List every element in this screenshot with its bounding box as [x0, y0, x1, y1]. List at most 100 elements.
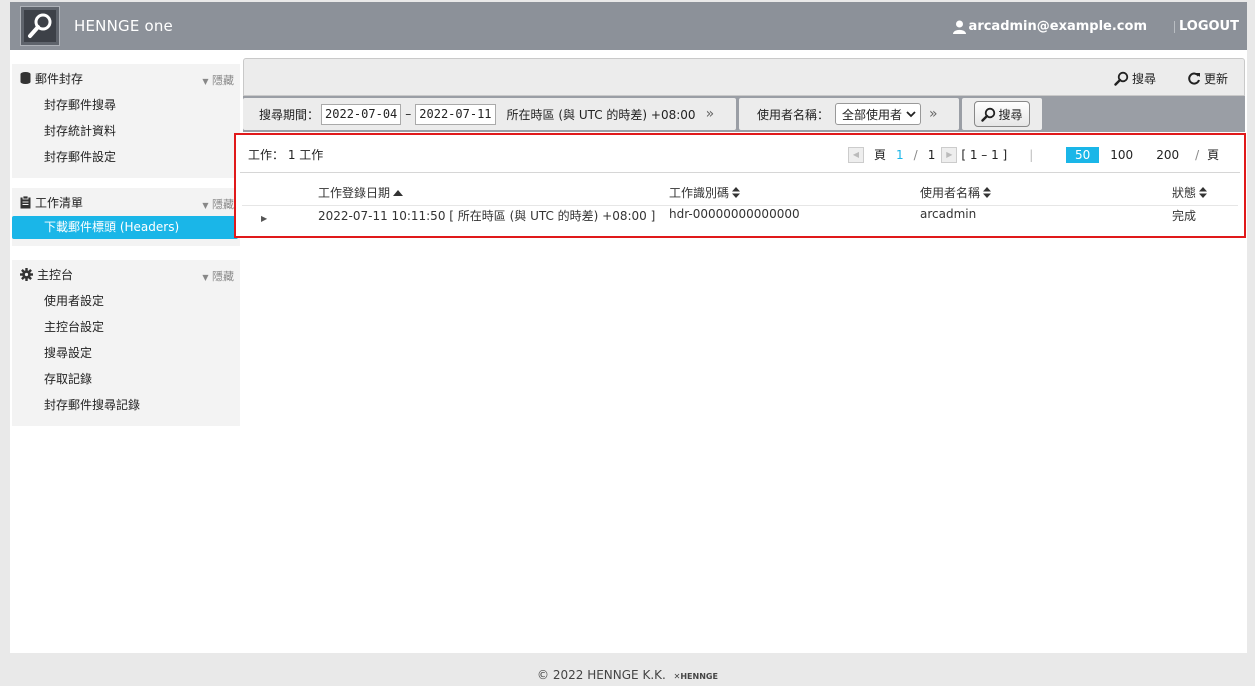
column-label-job-id: 工作識別碼	[669, 186, 730, 200]
sidebar-hide-archive[interactable]: ▼ 隱藏	[202, 72, 234, 88]
sidebar-item-user-settings[interactable]: 使用者設定	[12, 288, 240, 314]
top-header: HENNGE one arcadmin@example.com LOGOUT	[10, 2, 1247, 50]
cell-status: 完成	[1172, 209, 1197, 223]
page-size-slash: /	[1195, 147, 1200, 162]
magnifier-icon	[981, 107, 996, 122]
sidebar-item-access-log[interactable]: 存取記錄	[12, 366, 240, 392]
magnifier-logo-icon	[28, 13, 52, 38]
sidebar-item-download-headers[interactable]: 下載郵件標頭 (Headers)	[12, 216, 238, 239]
sidebar-section-console: 主控台 ▼ 隱藏 使用者設定 主控台設定 搜尋設定 存取記錄 封存郵件搜尋記錄	[12, 260, 240, 426]
brand-name: HENNGE one	[74, 17, 173, 35]
sidebar-item-archive-settings[interactable]: 封存郵件設定	[12, 144, 240, 170]
prev-page-button[interactable]: ◀	[848, 146, 864, 163]
job-count: 工作： 1 工作	[248, 146, 323, 163]
sidebar-hide-console[interactable]: ▼ 隱藏	[202, 268, 234, 284]
date-dash: –	[405, 107, 412, 121]
app-logo[interactable]	[20, 6, 60, 46]
filter-bar: 搜尋期間： 2022-07-04 – 2022-07-11 所在時區 (與 UT…	[243, 96, 1245, 132]
sort-icon	[1199, 187, 1208, 198]
footer: © 2022 HENNGE K.K. ✕HENNGE	[0, 668, 1255, 682]
logout-link[interactable]: LOGOUT	[1179, 19, 1239, 34]
page-slash: /	[913, 147, 918, 162]
user-select-value: 全部使用者	[842, 107, 903, 122]
cell-job-id[interactable]: hdr-00000000000000	[669, 207, 800, 221]
sort-asc-icon	[393, 190, 404, 196]
period-more-icon[interactable]: »	[706, 106, 715, 122]
date-from-input[interactable]: 2022-07-04	[321, 103, 402, 125]
pager: ◀ 頁 1 / 1 ▶ [ 1 – 1 ] |	[848, 146, 1033, 163]
page-label: 頁	[874, 148, 887, 162]
user-email: arcadmin@example.com	[968, 19, 1147, 34]
period-filter: 搜尋期間： 2022-07-04 – 2022-07-11 所在時區 (與 UT…	[243, 98, 736, 130]
sidebar-header-jobs[interactable]: 工作清單 ▼ 隱藏	[12, 188, 240, 216]
sidebar-header-console[interactable]: 主控台 ▼ 隱藏	[12, 260, 240, 288]
sidebar-item-archive-search[interactable]: 封存郵件搜尋	[12, 92, 240, 118]
footer-copyright: © 2022 HENNGE K.K.	[537, 668, 666, 682]
page-size-50[interactable]: 50	[1066, 146, 1100, 163]
sort-icon	[732, 187, 741, 198]
sidebar-section-archive: 郵件封存 ▼ 隱藏 封存郵件搜尋 封存統計資料 封存郵件設定	[12, 64, 240, 178]
user-more-icon[interactable]: »	[929, 106, 938, 122]
sort-icon	[983, 187, 992, 198]
action-toolbar: 搜尋 更新	[243, 58, 1245, 96]
expand-row-icon[interactable]: ▶	[261, 214, 267, 223]
next-page-button[interactable]: ▶	[941, 146, 958, 163]
user-filter: 使用者名稱： 全部使用者 »	[739, 98, 959, 130]
column-header-status[interactable]: 狀態	[1172, 184, 1208, 201]
column-label-user: 使用者名稱	[920, 186, 981, 200]
column-label-date: 工作登錄日期	[318, 186, 391, 200]
user-icon	[952, 20, 966, 34]
user-select[interactable]: 全部使用者	[835, 103, 922, 125]
search-button-holder: 搜尋	[962, 98, 1042, 130]
job-count-label: 工作：	[248, 148, 285, 162]
sidebar-title-archive: 郵件封存	[35, 71, 84, 86]
toolbar-refresh-label: 更新	[1204, 72, 1229, 86]
results-header: 工作： 1 工作 ◀ 頁 1 / 1 ▶ [ 1 – 1 ] | 50 100 …	[240, 135, 1240, 173]
header-divider	[1174, 21, 1175, 33]
toolbar-search-label: 搜尋	[1132, 72, 1157, 86]
refresh-icon	[1188, 72, 1200, 85]
database-icon	[20, 72, 31, 84]
sidebar-item-search-settings[interactable]: 搜尋設定	[12, 340, 240, 366]
cell-date: 2022-07-11 10:11:50 [ 所在時區 (與 UTC 的時差) +…	[318, 209, 656, 223]
filter-search-button[interactable]: 搜尋	[974, 101, 1030, 127]
pager-divider: |	[1029, 147, 1034, 162]
toolbar-refresh-button[interactable]: 更新	[1188, 70, 1228, 87]
column-header-user[interactable]: 使用者名稱	[920, 184, 992, 201]
brand-text: HENNGE	[74, 17, 140, 35]
content-area: 搜尋 更新 搜尋期間： 2022-07-04 – 2022-07-11 所在時區…	[243, 58, 1245, 132]
sidebar-header-archive[interactable]: 郵件封存 ▼ 隱藏	[12, 64, 240, 92]
user-account[interactable]: arcadmin@example.com	[952, 19, 1147, 34]
footer-logo-text: HENNGE	[680, 672, 718, 681]
date-to-input[interactable]: 2022-07-11	[415, 103, 496, 125]
brand-suffix: one	[144, 17, 173, 35]
chevron-down-icon	[906, 111, 916, 118]
job-count-value: 1 工作	[287, 148, 324, 162]
column-header-job-id[interactable]: 工作識別碼	[669, 184, 741, 201]
sidebar-item-archive-stats[interactable]: 封存統計資料	[12, 118, 240, 144]
table-header-divider	[242, 205, 1238, 206]
sidebar-item-archive-search-log[interactable]: 封存郵件搜尋記錄	[12, 392, 240, 418]
period-label: 搜尋期間：	[259, 107, 320, 122]
timezone-label: 所在時區 (與 UTC 的時差) +08:00	[506, 107, 696, 122]
filter-search-label: 搜尋	[998, 107, 1023, 122]
toolbar-search-button[interactable]: 搜尋	[1114, 70, 1156, 87]
page-range: [ 1 – 1 ]	[961, 147, 1008, 162]
page-size-unit: 頁	[1207, 148, 1220, 162]
page-size-200[interactable]: 200	[1151, 147, 1184, 163]
sidebar-item-console-settings[interactable]: 主控台設定	[12, 314, 240, 340]
sidebar-title-jobs: 工作清單	[35, 195, 84, 210]
magnifier-icon	[1114, 71, 1129, 86]
gear-icon	[20, 267, 33, 281]
clipboard-icon	[20, 195, 31, 208]
job-results-panel: 工作： 1 工作 ◀ 頁 1 / 1 ▶ [ 1 – 1 ] | 50 100 …	[234, 133, 1246, 238]
column-header-date[interactable]: 工作登錄日期	[318, 184, 404, 201]
page-size-selector: 50 100 200 / 頁	[1063, 146, 1219, 163]
page-current[interactable]: 1	[896, 148, 904, 162]
footer-logo: ✕HENNGE	[674, 672, 718, 681]
page-size-100[interactable]: 100	[1105, 147, 1138, 163]
sidebar-hide-jobs[interactable]: ▼ 隱藏	[202, 196, 234, 212]
column-label-status: 狀態	[1172, 186, 1197, 200]
page-total: 1	[927, 147, 936, 162]
user-label: 使用者名稱：	[757, 107, 830, 122]
